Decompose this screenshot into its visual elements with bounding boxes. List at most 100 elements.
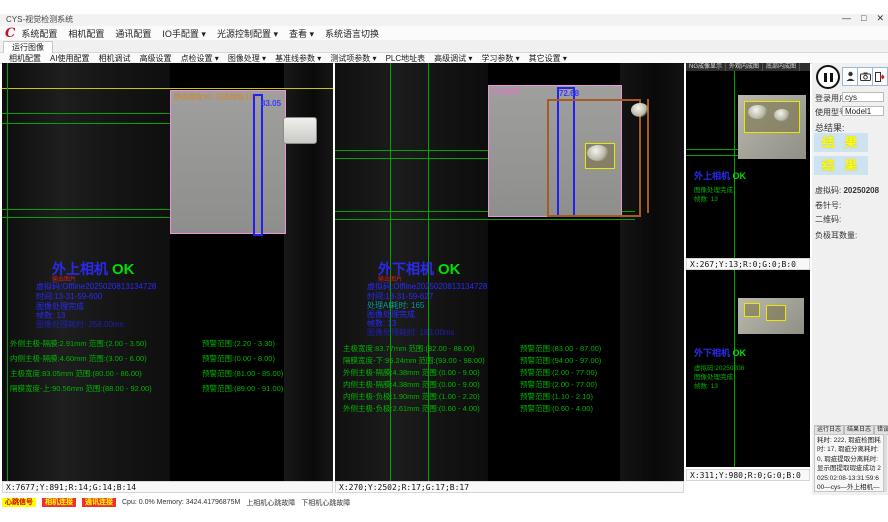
measurement-warning: 预警范围:(83.00 - 87.00) [520,343,601,354]
menu-comm-config[interactable]: 通讯配置 [115,27,151,40]
defect-highlight [587,145,609,161]
tab-count-label: 负极耳数量: [815,230,857,241]
measurement-warning: 预警范围:(81.00 - 85.00) [202,368,283,379]
window-controls: — □ ✕ [842,13,884,24]
toolbar-baseline-params[interactable]: 基准线参数 ▾ [275,53,321,64]
menu-io-config[interactable]: IO手配置 ▾ [162,27,206,40]
elapsed-line: 图像处理耗时: 258.00ms [36,319,124,330]
tab-ng-display[interactable]: NG成像显示 [686,63,726,71]
measurement-warning: 预警范围:(1.10 - 2.10) [520,391,593,402]
toolbar-learning-params[interactable]: 学习参数 ▾ [481,53,519,64]
toolbar-advanced-debug[interactable]: 高级调试 ▾ [434,53,472,64]
user-icon [846,71,855,82]
result-ok-label: OK [733,348,747,358]
window-title: CYS-视觉检测系统 [6,15,73,24]
login-user-field[interactable]: cys [842,92,884,102]
maximize-icon[interactable]: □ [861,13,866,24]
toolbar-image-process[interactable]: 图像处理 ▾ [228,53,266,64]
cpu-memory-text: Cpu: 0.0% Memory: 3424.41796875M [122,499,240,506]
close-icon[interactable]: ✕ [876,13,884,24]
width-value-label: 72.68 [559,89,579,98]
menu-view[interactable]: 查看 ▾ [289,27,314,40]
defect-view-top[interactable]: 外上相机 OK 图像处理完成 帧数: 13 [686,71,810,258]
pause-button[interactable] [816,65,840,89]
title-bar: CYS-视觉检测系统 [0,14,888,26]
camera-view-lower[interactable]: AI检测框 72.68 外下相机OK 输出图片 虚拟码:Offline20250… [335,63,684,481]
measurement-warning: 预警范围:(89.00 - 91.00) [202,383,283,394]
snapshot-button[interactable] [857,67,873,86]
menu-system-config[interactable]: 系统配置 [21,27,57,40]
measurement-warning: 预警范围:(0.60 - 4.00) [520,403,593,414]
measurement-value: 外侧主极-隔膜:2.91mm 范围:(2.00 - 3.50) [10,338,147,349]
toolbar-camera-debug[interactable]: 相机调试 [99,53,131,64]
threshold-label: 静态阈值:93, 动态阈值:100 [174,92,257,102]
result-box-upper: 结 果 [814,133,868,152]
measurement-warning: 预警范围:(2.00 - 77.00) [520,379,597,390]
result-ok-label: OK [733,171,747,181]
measurement-value: 内侧主极-隔膜:4.38mm 范围:(0.00 - 9.00) [343,379,480,390]
measurement-value: 主极宽度:83.05mm 范围:(80.00 - 86.00) [10,368,142,379]
measurement-value: 隔膜宽度-上:90.56mm 范围:(88.00 - 92.00) [10,383,152,394]
qr-code-label: 二维码: [815,214,841,225]
camera-view-upper[interactable]: 静态阈值:93, 动态阈值:100 83.05 外上相机OK 输出图片 虚拟码:… [2,63,333,481]
toolbar-advanced-settings[interactable]: 高级设置 [140,53,172,64]
defect-box [766,305,786,321]
measurement-value: 外侧主极-负极:2.61mm 范围:(0.60 - 4.00) [343,403,480,414]
menu-language-switch[interactable]: 系统语言切换 [325,27,379,40]
heartbeat-badge: 心跳信号 [2,498,36,507]
model-field[interactable]: Model1 [842,106,884,116]
log-scrollbar[interactable] [884,434,887,492]
tab-bottom-image[interactable]: 底部内成图 [763,63,800,71]
tab-outer-image[interactable]: 外观内成图 [726,63,763,71]
virtual-code-label: 虚拟码: 20250208 [815,185,879,196]
reference-line [2,88,333,89]
measure-line [2,209,170,210]
toolbar-ai-config[interactable]: AI使用配置 [50,53,90,64]
measurement-warning: 预警范围:(0.00 - 8.00) [202,353,275,364]
measurement-value: 内侧主极-隔膜:4.60mm 范围:(3.00 - 6.00) [10,353,147,364]
defect-highlight [748,105,768,119]
tab-strip: 运行图像 [0,40,888,53]
result-ok-label: OK [112,261,135,278]
coords-bar-lower-camera: X:270;Y:2502;R:17;G:17;B:17 [335,481,684,493]
info-line: 帧数: 13 [694,193,718,203]
upper-camera-warning: 上相机心跳故障 [246,498,295,508]
lower-camera-warning: 下相机心跳故障 [301,498,350,508]
log-text[interactable]: 耗时: 222, 瑕疵检图耗时: 17, 瑕疵分离耗时: 0, 瑕疵提取分离耗时… [814,434,884,492]
app-logo-icon: C [5,27,15,40]
measure-line [335,150,488,151]
defect-view-tabs: NG成像显示 外观内成图 底部内成图 [686,63,810,71]
tab-run-image[interactable]: 运行图像 [3,41,53,53]
right-panel: 登录用户: cys 使用型号: Model1 总结果: 结 果 结 果 虚拟码:… [812,63,888,495]
exit-button[interactable] [872,67,888,86]
width-value-label: 83.05 [261,99,281,108]
menu-light-config[interactable]: 光源控制配置 ▾ [217,27,278,40]
toolbar-spot-check[interactable]: 点检设置 ▾ [181,53,219,64]
virtual-code-value: 20250208 [843,186,879,195]
measurement-value: 隔膜宽度-下:95.24mm 范围:(93.00 - 98.00) [343,355,485,366]
result-box-lower: 结 果 [814,156,868,175]
width-measure-box [253,94,263,236]
minimize-icon[interactable]: — [842,13,851,24]
toolbar-other-settings[interactable]: 其它设置 ▾ [529,53,567,64]
camera-result-title: 外上相机 OK [694,169,746,182]
measure-line [734,71,735,258]
toolbar-plc-table[interactable]: PLC地址表 [386,53,426,64]
coords-bar-upper-camera: X:7677;Y:891;R:14;G:14;B:14 [2,481,333,493]
menu-camera-config[interactable]: 相机配置 [68,27,104,40]
toolbar-test-params[interactable]: 测试项参数 ▾ [330,53,376,64]
exit-arrow-icon [875,72,886,82]
defect-view-bottom[interactable]: 外下相机 OK 虚拟码:20250208 图像处理完成 帧数: 13 [686,270,810,467]
measure-line [2,217,170,218]
measurement-value: 外侧主极-隔膜:4.38mm 范围:(0.00 - 9.00) [343,367,480,378]
virtual-code-caption: 虚拟码: [815,186,841,195]
menu-bar: C 系统配置 相机配置 通讯配置 IO手配置 ▾ 光源控制配置 ▾ 查看 ▾ 系… [0,26,888,41]
toolbar-camera-config[interactable]: 相机配置 [9,53,41,64]
camera-connect-badge: 相机连接 [42,498,76,507]
measure-line [2,123,170,124]
defect-highlight [631,103,649,117]
measure-line [335,158,488,159]
app-window: CYS-视觉检测系统 — □ ✕ C 系统配置 相机配置 通讯配置 IO手配置 … [0,0,888,522]
camera-name-label: 外下相机 [694,348,730,358]
user-button[interactable] [842,67,858,86]
